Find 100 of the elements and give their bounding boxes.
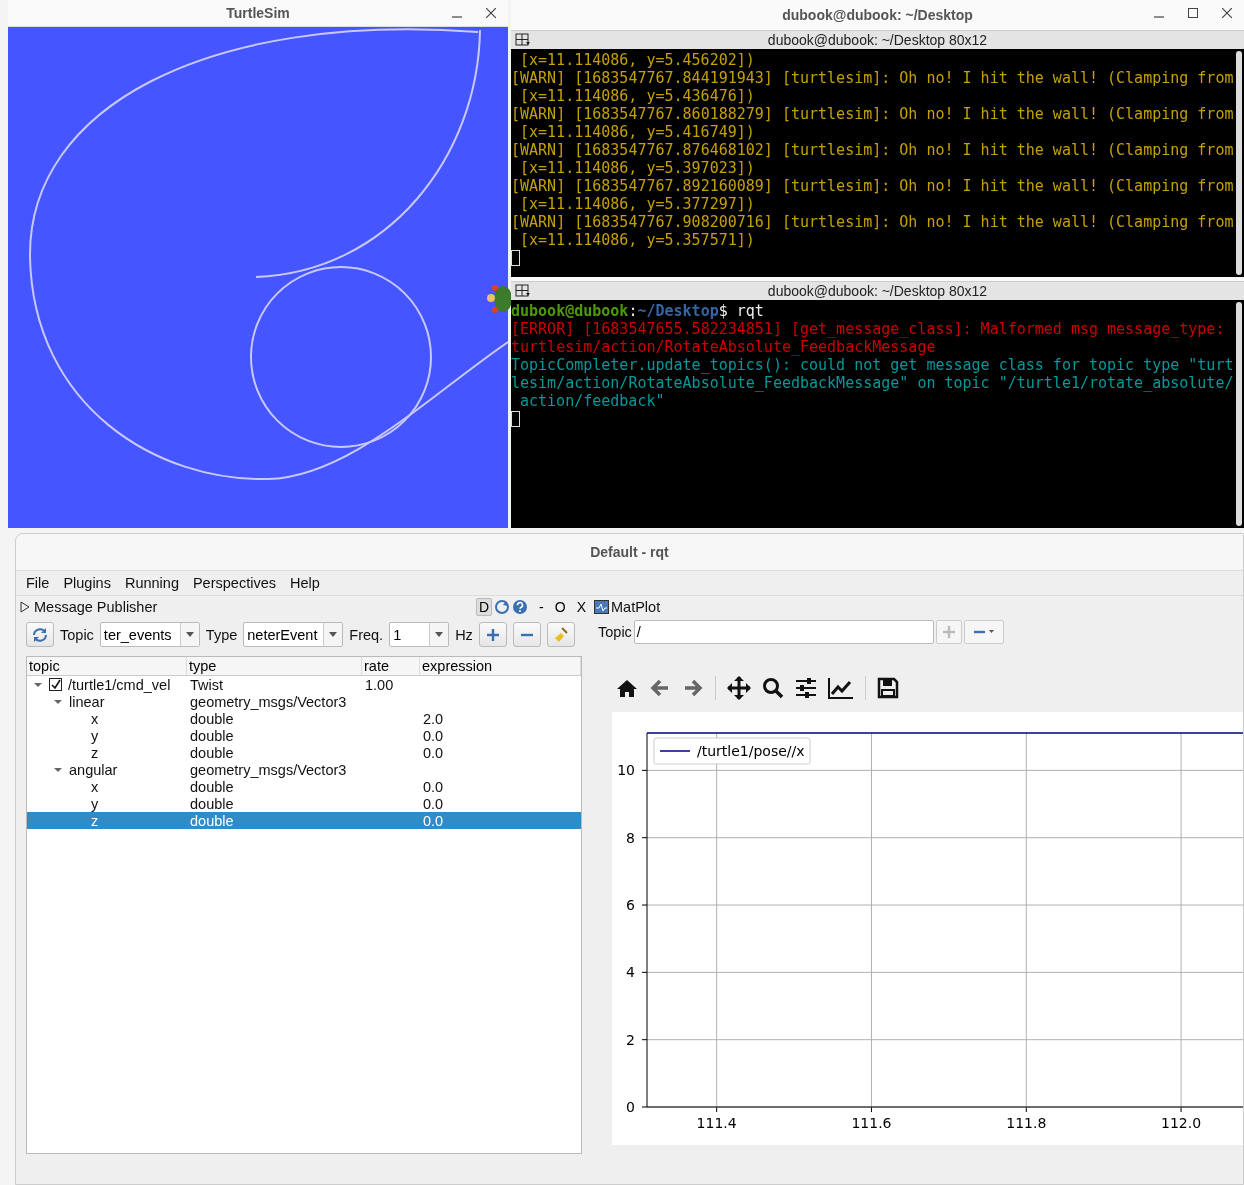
remove-dropdown-button[interactable] xyxy=(963,620,1004,644)
type-cell-text: double xyxy=(189,744,235,761)
text-cursor xyxy=(511,250,520,266)
line-chart-icon[interactable] xyxy=(828,677,854,699)
log-line: [WARN] [1683547767.860188279] [turtlesim]: Oh no! I hit the wall! (Clamping from xyxy=(511,105,1234,123)
help-icon[interactable] xyxy=(512,599,529,615)
reload-icon[interactable] xyxy=(494,599,511,615)
freq-combo[interactable]: 1 xyxy=(389,622,450,647)
topic-cell: angular xyxy=(69,761,118,778)
menu-icon[interactable] xyxy=(515,33,531,47)
menu-item[interactable]: File xyxy=(26,575,50,591)
table-row[interactable]: /turtle1/cmd_vel Twist 1.00 xyxy=(27,676,581,693)
y-tick-label: 4 xyxy=(626,964,635,981)
topic-field[interactable]: / xyxy=(633,620,934,644)
float-button[interactable]: O xyxy=(554,599,566,615)
topic-combo[interactable]: ter_events xyxy=(99,622,200,647)
save-icon[interactable] xyxy=(877,677,899,699)
expression-cell: 0.0 xyxy=(423,744,444,761)
freq-label: Freq. xyxy=(349,626,384,643)
refresh-button[interactable] xyxy=(26,622,54,647)
table-row[interactable]: angular geometry_msgs/Vector3 xyxy=(27,761,581,778)
topic-label: Topic xyxy=(60,626,94,643)
type-cell-text: double xyxy=(189,795,235,812)
remove-button[interactable] xyxy=(512,622,541,647)
plugin-title: Message Publisher xyxy=(34,599,158,615)
log-line: lesim/action/RotateAbsolute_FeedbackMessage" on topic "/turtle1/rotate_absolute/ xyxy=(511,374,1234,392)
column-header[interactable]: type xyxy=(187,657,362,675)
expression-cell: 0.0 xyxy=(423,812,444,829)
log-line: TopicCompleter.update_topics(): could not get message class for topic type "turt xyxy=(511,356,1234,374)
table-row[interactable]: z double 0.0 xyxy=(27,812,581,829)
rate-cell: 1.00 xyxy=(365,676,394,693)
expand-icon[interactable] xyxy=(20,601,30,613)
forward-arrow-icon[interactable] xyxy=(682,678,704,698)
topic-cell: linear xyxy=(69,693,105,710)
minimize-button[interactable]: - xyxy=(539,599,544,615)
refresh-icon xyxy=(31,625,49,644)
x-tick-label: 111.4 xyxy=(696,1115,737,1131)
menu-icon[interactable] xyxy=(515,284,531,298)
prompt-line: dubook@dubook:~/Desktop$ rqt xyxy=(511,302,765,320)
plus-icon xyxy=(942,626,955,638)
close-button[interactable]: X xyxy=(576,599,586,615)
column-header[interactable]: rate xyxy=(362,657,420,675)
table-row[interactable]: x double 0.0 xyxy=(27,778,581,795)
window-title: Default - rqt xyxy=(590,544,669,560)
topic-cell: z xyxy=(91,812,99,829)
topic-cell: x xyxy=(91,778,99,795)
x-tick-label: 111.6 xyxy=(851,1115,892,1131)
topic-label: Topic xyxy=(598,624,632,640)
move-icon[interactable] xyxy=(727,676,751,700)
type-cell-text: double xyxy=(189,812,235,829)
caret-icon xyxy=(329,632,338,637)
table-row[interactable]: y double 0.0 xyxy=(27,727,581,744)
type-cell-text: geometry_msgs/Vector3 xyxy=(189,761,348,778)
table-row[interactable]: y double 0.0 xyxy=(27,795,581,812)
type-combo[interactable]: neterEvent xyxy=(243,622,344,647)
log-line: [x=11.114086, y=5.377297]) xyxy=(519,195,756,213)
pane-title: dubook@dubook: ~/Desktop 80x12 xyxy=(767,283,988,299)
menu-item[interactable]: Running xyxy=(124,575,179,591)
scrollbar[interactable] xyxy=(1236,51,1242,275)
expression-cell: 0.0 xyxy=(423,727,444,744)
x-tick-label: 112.0 xyxy=(1161,1115,1202,1131)
plus-icon xyxy=(485,627,500,642)
add-button[interactable] xyxy=(478,622,507,647)
y-tick-label: 6 xyxy=(626,897,635,913)
log-line: action/feedback" xyxy=(519,392,666,410)
back-arrow-icon[interactable] xyxy=(649,678,671,698)
dock-button[interactable]: D xyxy=(475,598,493,616)
log-line: [x=11.114086, y=5.416749]) xyxy=(519,123,756,141)
close-icon[interactable] xyxy=(486,8,496,18)
sliders-icon[interactable] xyxy=(795,677,817,699)
type-label: Type xyxy=(205,626,238,643)
column-header[interactable]: expression xyxy=(420,657,581,675)
table-row[interactable]: x double 2.0 xyxy=(27,710,581,727)
type-cell-text: double xyxy=(189,778,235,795)
close-icon[interactable] xyxy=(1222,8,1232,18)
checkbox[interactable] xyxy=(49,678,62,691)
table-row[interactable]: z double 0.0 xyxy=(27,744,581,761)
scrollbar[interactable] xyxy=(1236,302,1242,526)
log-line: [x=11.114086, y=5.357571]) xyxy=(519,231,756,249)
log-line: [WARN] [1683547767.892160089] [turtlesim]: Oh no! I hit the wall! (Clamping from xyxy=(511,177,1234,195)
topic-cell: y xyxy=(91,795,99,812)
search-icon[interactable] xyxy=(762,677,784,699)
home-icon[interactable] xyxy=(616,678,638,698)
menu-item[interactable]: Plugins xyxy=(63,575,111,591)
log-line: [x=11.114086, y=5.456202]) xyxy=(519,51,756,69)
expression-cell: 0.0 xyxy=(423,778,444,795)
menu-item[interactable]: Perspectives xyxy=(192,575,276,591)
text-cursor xyxy=(511,411,520,427)
hz-label: Hz xyxy=(455,626,473,643)
menu-item[interactable]: Help xyxy=(289,575,320,591)
plot-icon xyxy=(594,600,609,614)
expression-cell: 0.0 xyxy=(423,795,444,812)
table-row[interactable]: linear geometry_msgs/Vector3 xyxy=(27,693,581,710)
column-header[interactable]: topic xyxy=(27,657,187,675)
expression-cell: 2.0 xyxy=(423,710,444,727)
x-tick-label: 111.8 xyxy=(1006,1115,1047,1131)
topic-cell: x xyxy=(91,710,99,727)
caret-icon xyxy=(185,632,194,637)
maximize-icon[interactable] xyxy=(1188,8,1198,18)
type-cell-text: Twist xyxy=(189,676,225,693)
